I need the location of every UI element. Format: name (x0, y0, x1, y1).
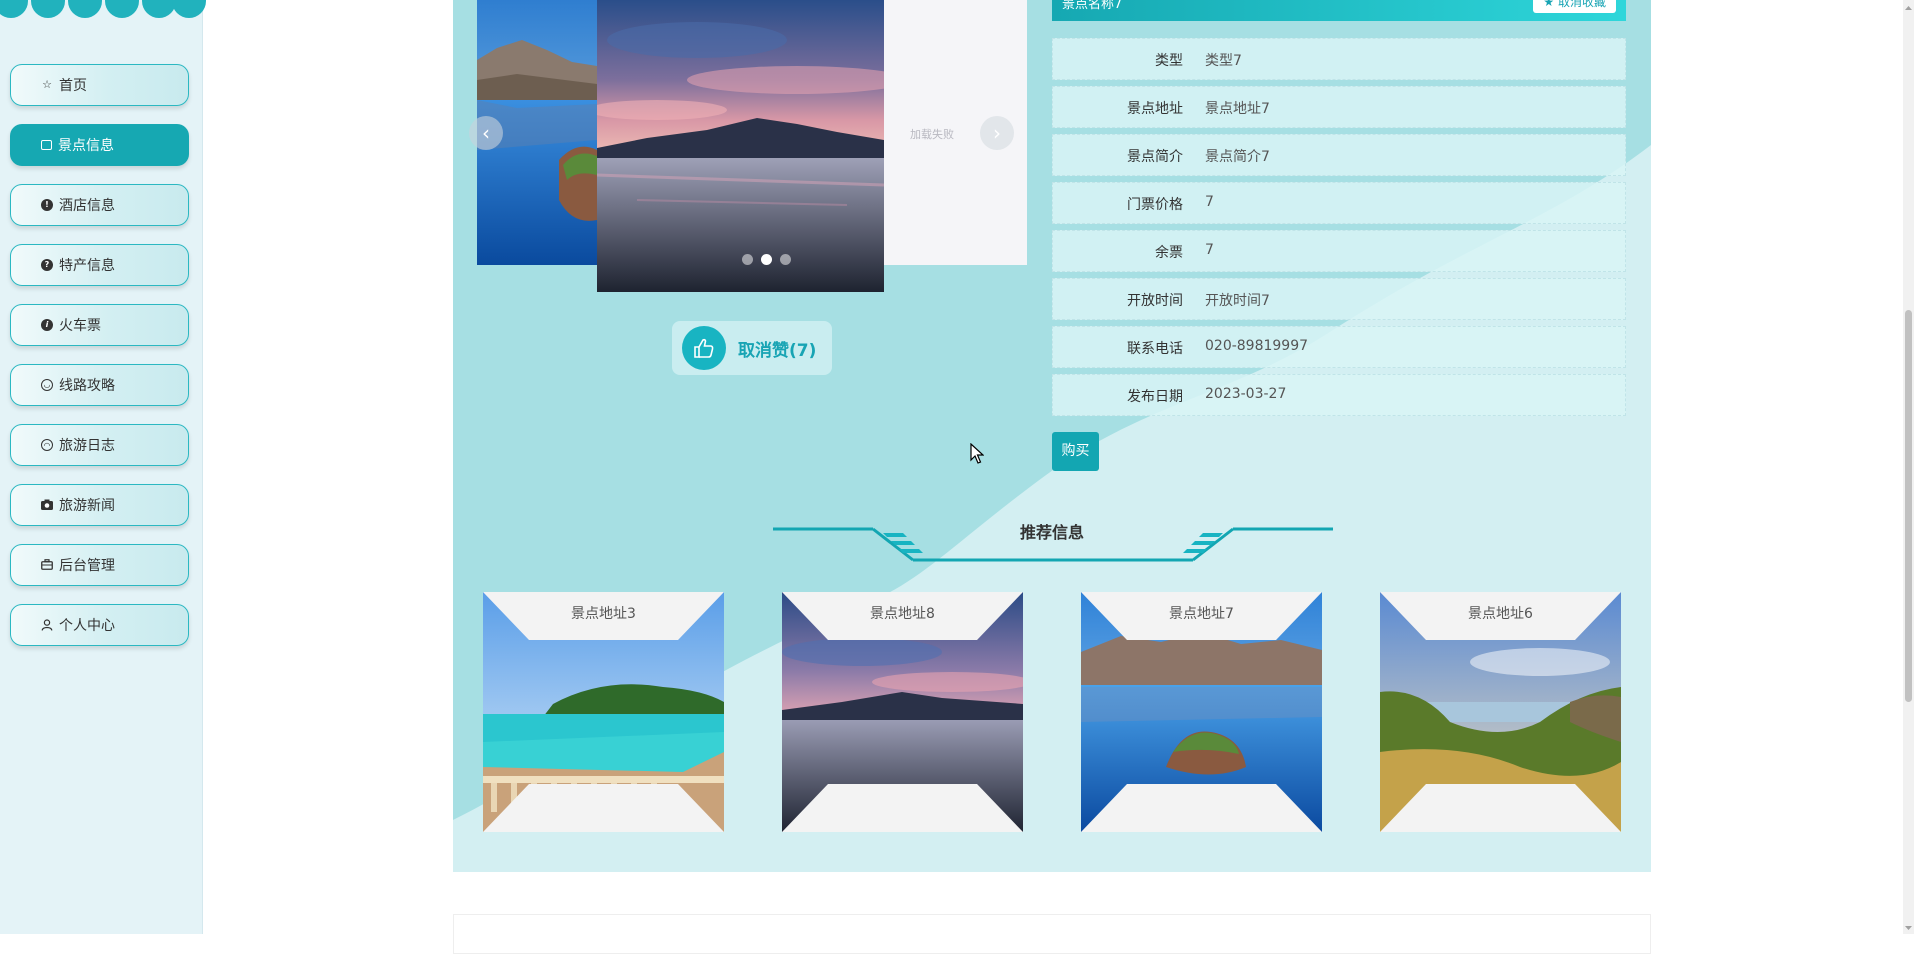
card-label: 景点地址8 (870, 606, 935, 622)
info-value: 景点简介7 (1205, 149, 1270, 165)
attraction-detail-panel: 加载失败 ‹ › 取消赞(7) 景点名称7 ★ 取消收藏 类型 类型7 景点地址… (453, 0, 1651, 872)
info-value: 景点地址7 (1205, 101, 1270, 117)
sidebar-item-label: 特产信息 (59, 258, 115, 274)
carousel-dot[interactable] (780, 254, 791, 265)
sidebar-item-home[interactable]: ☆ 首页 (10, 64, 189, 106)
attraction-title: 景点名称7 (1062, 0, 1123, 12)
scroll-up-arrow-icon[interactable] (1903, 0, 1914, 14)
recommend-card[interactable]: 景点地址7 (1081, 592, 1322, 832)
sidebar-item-attractions[interactable]: 景点信息 (10, 124, 189, 166)
info-circle-icon: ! (41, 199, 53, 211)
thumbs-up-icon (682, 326, 726, 370)
carousel-dot[interactable] (761, 254, 772, 265)
sidebar-item-label: 首页 (59, 78, 87, 94)
info-row-opening-hours: 开放时间 开放时间7 (1052, 278, 1626, 320)
sidebar-item-label: 个人中心 (59, 618, 115, 634)
sidebar-item-travel-logs[interactable]: ◠ 旅游日志 (10, 424, 189, 466)
next-section-card (453, 914, 1651, 954)
page-scrollbar[interactable] (1903, 0, 1914, 934)
sidebar-item-label: 景点信息 (58, 138, 114, 154)
info-value: 类型7 (1205, 53, 1242, 69)
recommend-title: 推荐信息 (1019, 523, 1084, 542)
carousel-prev-button[interactable]: ‹ (469, 116, 503, 150)
info-row-phone: 联系电话 020-89819997 (1052, 326, 1626, 368)
buy-button[interactable]: 购买 (1052, 432, 1099, 471)
info-label: 景点简介 (1127, 149, 1183, 165)
info-label: 开放时间 (1127, 293, 1183, 309)
info-value: 7 (1205, 242, 1214, 258)
info-value: 2023-03-27 (1205, 386, 1287, 402)
sidebar: ☆ 首页 景点信息 ! 酒店信息 ? 特产信息 i 火车票 ◡ 线路攻略 ◠ 旅… (0, 0, 206, 934)
user-icon (41, 619, 53, 631)
sad-icon: ◠ (41, 439, 53, 451)
sidebar-item-specialties[interactable]: ? 特产信息 (10, 244, 189, 286)
scrollbar-thumb[interactable] (1905, 310, 1912, 702)
info-label: 发布日期 (1127, 389, 1183, 405)
info-value: 020-89819997 (1205, 338, 1309, 354)
unlike-button[interactable]: 取消赞(7) (672, 321, 832, 375)
info-value: 7 (1205, 194, 1214, 210)
info-label: 余票 (1155, 245, 1183, 261)
carousel-slide-active (597, 0, 884, 292)
sidebar-item-admin[interactable]: 后台管理 (10, 544, 189, 586)
carousel-next-button[interactable]: › (980, 116, 1014, 150)
info-label: 景点地址 (1127, 101, 1183, 117)
briefcase-icon (41, 559, 53, 571)
info-italic-icon: i (41, 319, 53, 331)
image-load-failed-text: 加载失败 (910, 128, 954, 141)
sidebar-item-label: 线路攻略 (59, 378, 115, 394)
info-row-intro: 景点简介 景点简介7 (1052, 134, 1626, 176)
star-icon: ☆ (42, 78, 52, 91)
carousel-dot[interactable] (742, 254, 753, 265)
question-circle-icon: ? (41, 259, 53, 271)
sidebar-item-hotels[interactable]: ! 酒店信息 (10, 184, 189, 226)
sidebar-item-label: 旅游日志 (59, 438, 115, 454)
camera-icon (41, 499, 53, 511)
info-value: 开放时间7 (1205, 293, 1270, 309)
sidebar-item-label: 旅游新闻 (59, 498, 115, 514)
card-photo (1081, 592, 1322, 832)
sidebar-item-travel-news[interactable]: 旅游新闻 (10, 484, 189, 526)
card-label: 景点地址3 (571, 606, 636, 622)
sidebar-item-label: 火车票 (59, 318, 101, 334)
carousel-indicators (742, 250, 799, 269)
recommend-card[interactable]: 景点地址6 (1380, 592, 1621, 832)
info-row-type: 类型 类型7 (1052, 38, 1626, 80)
unfavorite-button[interactable]: ★ 取消收藏 (1533, 0, 1616, 13)
info-label: 联系电话 (1127, 341, 1183, 357)
sidebar-item-train-tickets[interactable]: i 火车票 (10, 304, 189, 346)
image-carousel: 加载失败 ‹ › (469, 0, 1027, 292)
recommend-card[interactable]: 景点地址3 (483, 592, 724, 832)
sidebar-item-label: 酒店信息 (59, 198, 115, 214)
info-row-publish-date: 发布日期 2023-03-27 (1052, 374, 1626, 416)
card-photo (483, 592, 724, 832)
info-label: 类型 (1155, 53, 1183, 69)
card-photo (1380, 592, 1621, 832)
scroll-down-arrow-icon[interactable] (1903, 920, 1914, 934)
bag-icon (41, 140, 52, 150)
like-count-label: 取消赞(7) (738, 340, 817, 361)
attraction-title-bar: 景点名称7 ★ 取消收藏 (1052, 0, 1626, 21)
info-row-ticket-price: 门票价格 7 (1052, 182, 1626, 224)
sidebar-decoration (0, 0, 206, 18)
sidebar-item-profile[interactable]: 个人中心 (10, 604, 189, 646)
sidebar-item-label: 后台管理 (59, 558, 115, 574)
recommend-card[interactable]: 景点地址8 (782, 592, 1023, 832)
card-photo (782, 592, 1023, 832)
smile-icon: ◡ (41, 379, 53, 391)
card-label: 景点地址7 (1169, 606, 1234, 622)
info-row-remaining-tickets: 余票 7 (1052, 230, 1626, 272)
sidebar-item-route-guides[interactable]: ◡ 线路攻略 (10, 364, 189, 406)
info-row-address: 景点地址 景点地址7 (1052, 86, 1626, 128)
card-label: 景点地址6 (1468, 606, 1533, 622)
info-label: 门票价格 (1127, 197, 1183, 213)
mouse-cursor-icon (970, 443, 984, 464)
